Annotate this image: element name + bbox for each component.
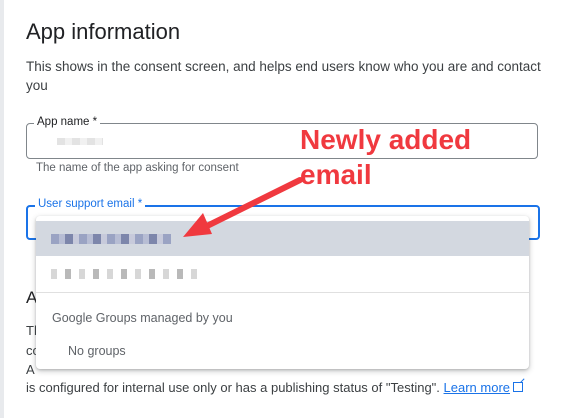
email-dropdown-menu: Google Groups managed by you No groups — [36, 216, 529, 369]
section-title: App information — [26, 19, 181, 44]
user-support-email-label: User support email * — [35, 198, 146, 210]
app-name-hint: The name of the app asking for consent — [36, 162, 239, 174]
section-description: This shows in the consent screen, and he… — [26, 59, 541, 93]
left-divider — [0, 0, 4, 418]
menu-divider — [36, 292, 529, 293]
app-name-value-redacted — [57, 138, 103, 145]
obscured-text-line-3: A — [26, 362, 35, 377]
app-name-label: App name * — [34, 116, 101, 128]
annotation-label: Newly added email — [300, 124, 472, 190]
no-groups-text: No groups — [68, 344, 126, 358]
email-option[interactable] — [36, 256, 529, 291]
email-redacted — [51, 269, 201, 279]
email-option-selected[interactable] — [36, 221, 529, 256]
publishing-status-sentence: is configured for internal use only or h… — [26, 380, 440, 395]
google-groups-header: Google Groups managed by you — [52, 311, 233, 325]
learn-more-link[interactable]: Learn more — [444, 380, 510, 395]
email-redacted — [51, 234, 171, 244]
publishing-status-text: is configured for internal use only or h… — [26, 380, 524, 395]
open-in-new-icon[interactable] — [513, 382, 524, 392]
